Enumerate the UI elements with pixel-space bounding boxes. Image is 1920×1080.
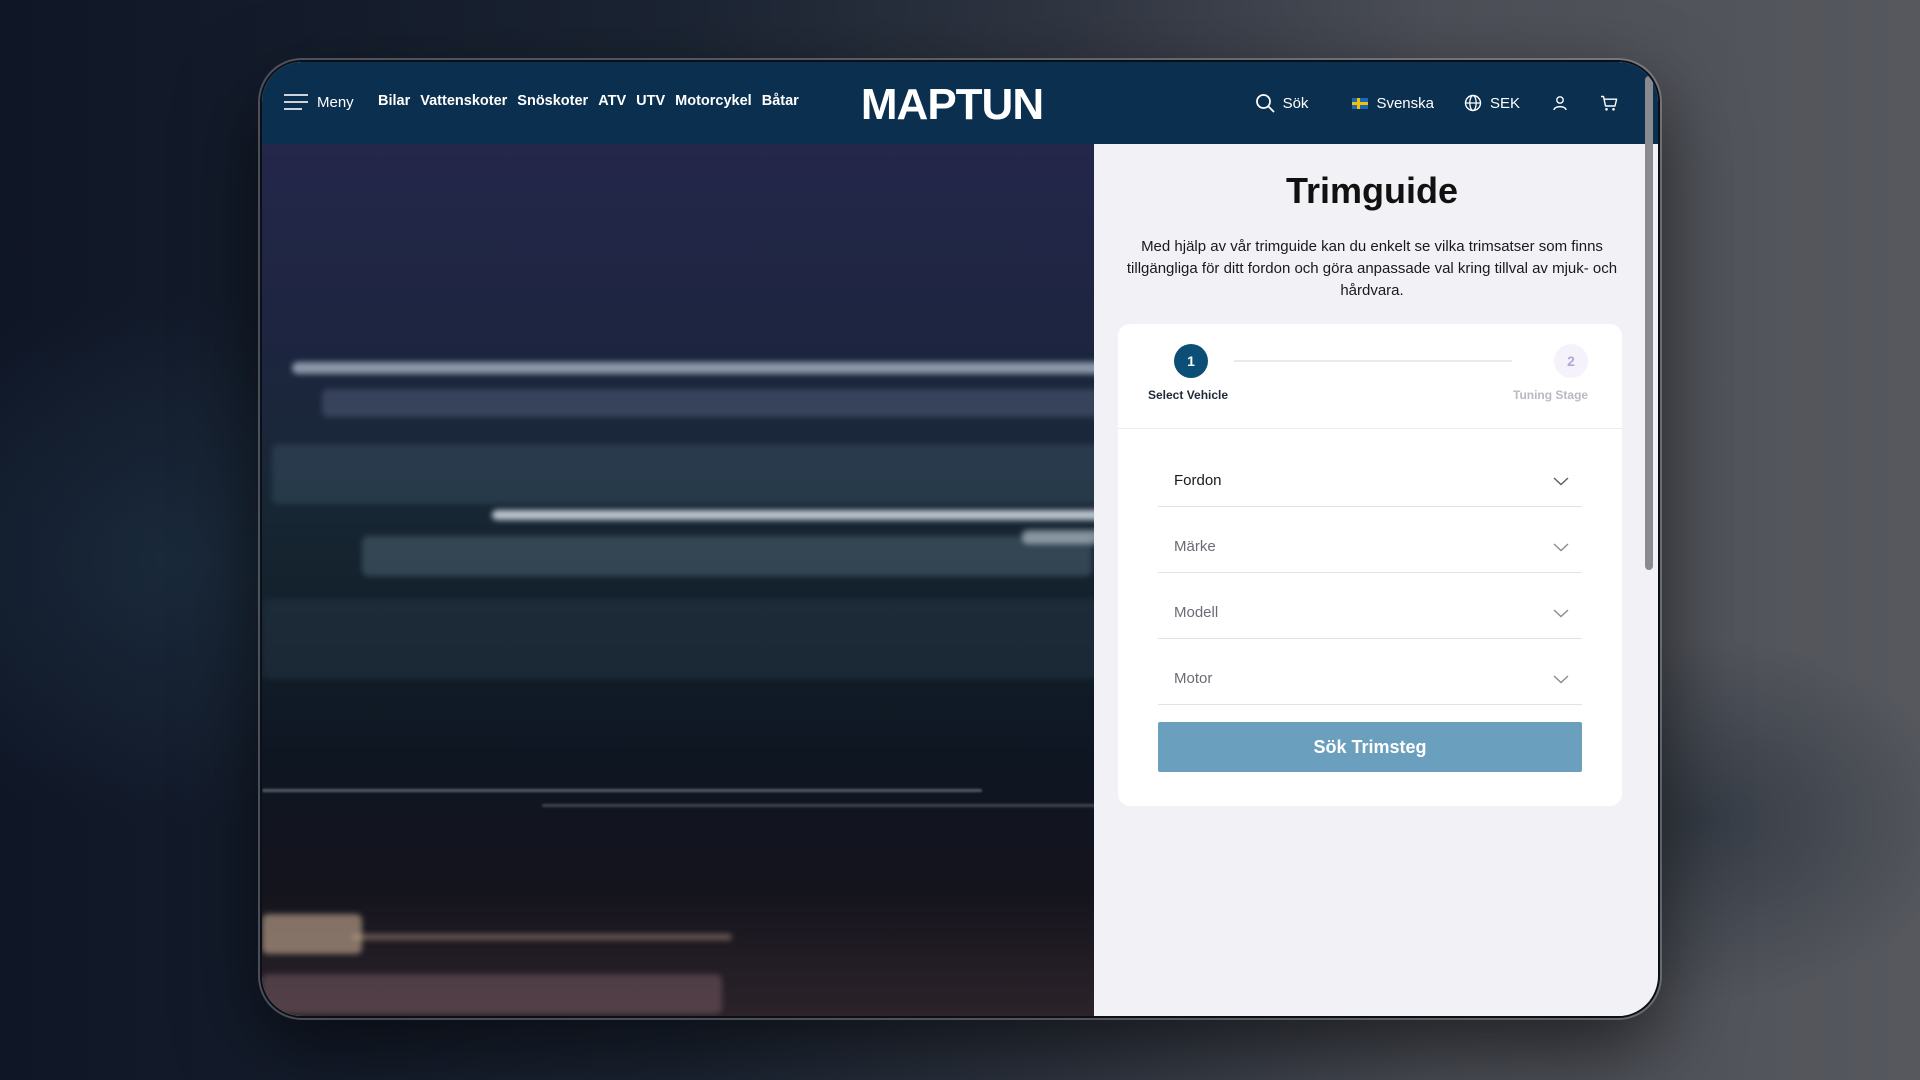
search-label: Sök <box>1282 94 1309 112</box>
flag-icon <box>1352 97 1369 109</box>
nav-item-bilar[interactable]: Bilar <box>378 93 410 109</box>
maptun-logo[interactable]: MAPTUN <box>850 80 1055 126</box>
chevron-down-icon <box>1553 543 1569 552</box>
vehicle-type-label: Fordon <box>1174 472 1222 489</box>
tablet-frame: Meny Bilar Vattenskoter Snöskoter ATV UT… <box>260 60 1660 1018</box>
chevron-down-icon <box>1553 609 1569 618</box>
brand-select[interactable]: Märke <box>1158 524 1582 573</box>
nav-item-vattenskoter[interactable]: Vattenskoter <box>420 93 507 109</box>
nav-item-batar[interactable]: Båtar <box>762 93 799 109</box>
nav-item-atv[interactable]: ATV <box>598 93 626 109</box>
logo-text: MAPTUN <box>861 80 1043 126</box>
step-2-indicator[interactable]: 2 <box>1554 344 1588 378</box>
page-description: Med hjälp av vår trimguide kan du enkelt… <box>1126 238 1618 299</box>
currency-selector[interactable]: SEK <box>1464 94 1520 112</box>
user-icon <box>1553 96 1567 111</box>
main-nav: Bilar Vattenskoter Snöskoter ATV UTV Mot… <box>378 93 799 109</box>
search-icon <box>1255 94 1274 113</box>
step-progress-line <box>1234 360 1512 362</box>
language-selector[interactable]: Svenska <box>1352 95 1434 112</box>
scrollbar-thumb[interactable] <box>1645 76 1653 570</box>
currency-label: SEK <box>1489 94 1520 112</box>
model-label: Modell <box>1174 604 1219 621</box>
screen: Meny Bilar Vattenskoter Snöskoter ATV UT… <box>262 62 1658 1016</box>
nav-item-motorcykel[interactable]: Motorcykel <box>675 93 752 109</box>
chevron-down-icon <box>1553 675 1569 684</box>
search-button[interactable]: Sök <box>1255 93 1309 113</box>
step-1-indicator[interactable]: 1 <box>1174 344 1208 378</box>
trimguide-panel: Trimguide Med hjälp av vår trimguide kan… <box>1094 144 1650 1016</box>
hero-image-motion-blur <box>262 144 1094 1016</box>
engine-select[interactable]: Motor <box>1158 656 1582 705</box>
page-title: Trimguide <box>1285 170 1459 211</box>
nav-item-snoskoter[interactable]: Snöskoter <box>517 93 588 109</box>
menu-button[interactable]: Meny <box>284 89 354 115</box>
nav-item-utv[interactable]: UTV <box>636 93 665 109</box>
chevron-down-icon <box>1553 477 1569 486</box>
globe-icon <box>1464 94 1482 112</box>
account-button[interactable] <box>1552 95 1568 111</box>
step-2-label: Tuning Stage <box>1513 388 1589 402</box>
cart-icon <box>1601 95 1618 111</box>
brand-label: Märke <box>1174 538 1216 555</box>
model-select[interactable]: Modell <box>1158 590 1582 639</box>
header-tools: Sök Svenska SEK <box>1255 89 1618 117</box>
engine-label: Motor <box>1174 670 1213 687</box>
stepper: 1 2 Select Vehicle Tuning Stage <box>1118 324 1622 429</box>
hamburger-icon <box>284 94 308 110</box>
search-tuning-button[interactable]: Sök Trimsteg <box>1158 722 1582 772</box>
language-label: Svenska <box>1376 94 1434 112</box>
vehicle-type-select[interactable]: Fordon <box>1158 458 1582 507</box>
vehicle-selector-card: 1 2 Select Vehicle Tuning Stage Fordon M… <box>1118 324 1622 806</box>
site-header: Meny Bilar Vattenskoter Snöskoter ATV UT… <box>262 62 1658 144</box>
menu-label: Meny <box>317 93 354 111</box>
cart-button[interactable] <box>1600 95 1618 112</box>
step-1-label: Select Vehicle <box>1148 388 1229 402</box>
